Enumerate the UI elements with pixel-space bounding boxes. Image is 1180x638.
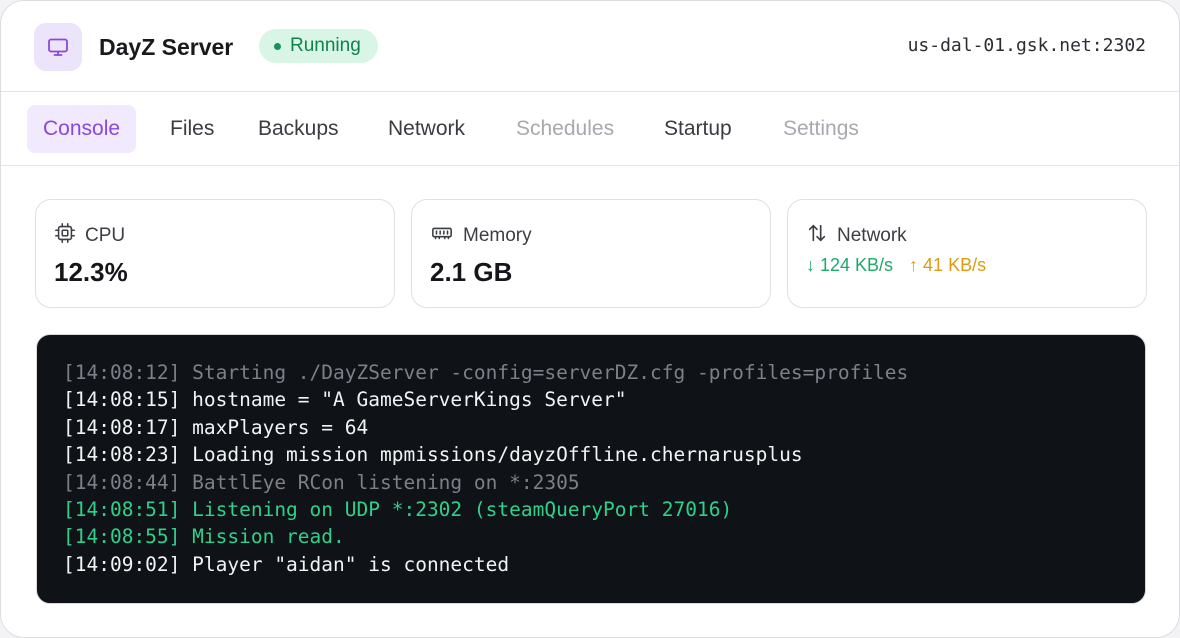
- cpu-card-header: CPU: [54, 222, 125, 250]
- header: DayZ Server Running us-dal-01.gsk.net:23…: [1, 1, 1179, 92]
- status-label: Running: [290, 35, 361, 56]
- tab-network[interactable]: Network: [388, 105, 465, 153]
- status-badge: Running: [259, 29, 378, 63]
- network-rates: ↓ 124 KB/s ↑ 41 KB/s: [806, 255, 986, 276]
- monitor-icon: [34, 23, 82, 71]
- console-line: [14:08:12] Starting ./DayZServer -config…: [63, 361, 909, 384]
- network-label: Network: [837, 225, 907, 246]
- tab-backups[interactable]: Backups: [258, 105, 339, 153]
- tab-bar: Console Files Backups Network Schedules …: [1, 92, 1179, 166]
- memory-card-header: Memory: [430, 222, 532, 250]
- cpu-value: 12.3%: [54, 257, 128, 287]
- console-output[interactable]: [14:08:12] Starting ./DayZServer -config…: [36, 334, 1146, 604]
- tab-settings: Settings: [783, 117, 859, 140]
- console-line: [14:08:15] hostname = "A GameServerKings…: [63, 388, 627, 412]
- memory-card: Memory 2.1 GB: [411, 199, 771, 308]
- tab-schedules: Schedules: [516, 117, 615, 140]
- download-rate: ↓ 124 KB/s: [806, 255, 894, 275]
- network-card-header: Network: [806, 222, 907, 250]
- console-line: [14:08:17] maxPlayers = 64: [63, 415, 369, 439]
- console-line: [14:08:23] Loading mission mpmissions/da…: [63, 443, 803, 467]
- console-line: [14:08:55] Mission read.: [63, 525, 345, 549]
- tab-console[interactable]: Console: [27, 105, 137, 153]
- upload-rate: ↑ 41 KB/s: [909, 255, 987, 275]
- console-line: [14:08:51] Listening on UDP *:2302 (stea…: [63, 498, 733, 522]
- cpu-label: CPU: [85, 225, 126, 246]
- tab-startup[interactable]: Startup: [664, 105, 732, 153]
- tab-files[interactable]: Files: [170, 105, 214, 153]
- console-line: [14:08:44] BattlEye RCon listening on *:…: [63, 470, 580, 494]
- console-line: [14:09:02] Player "aidan" is connected: [63, 552, 510, 576]
- console-log: [14:08:12] Starting ./DayZServer -config…: [63, 359, 908, 578]
- network-card: Network ↓ 124 KB/s ↑ 41 KB/s: [787, 199, 1147, 308]
- memory-label: Memory: [463, 225, 532, 246]
- server-address: us-dal-01.gsk.net:2302: [907, 35, 1146, 56]
- transfer-icon: [806, 222, 828, 250]
- status-dot-icon: [274, 42, 281, 50]
- cpu-icon: [54, 222, 76, 250]
- cpu-card: CPU 12.3%: [35, 199, 395, 308]
- page-title: DayZ Server: [99, 34, 234, 60]
- memory-icon: [430, 222, 454, 250]
- memory-value: 2.1 GB: [430, 257, 513, 287]
- server-panel: DayZ Server Running us-dal-01.gsk.net:23…: [0, 0, 1180, 638]
